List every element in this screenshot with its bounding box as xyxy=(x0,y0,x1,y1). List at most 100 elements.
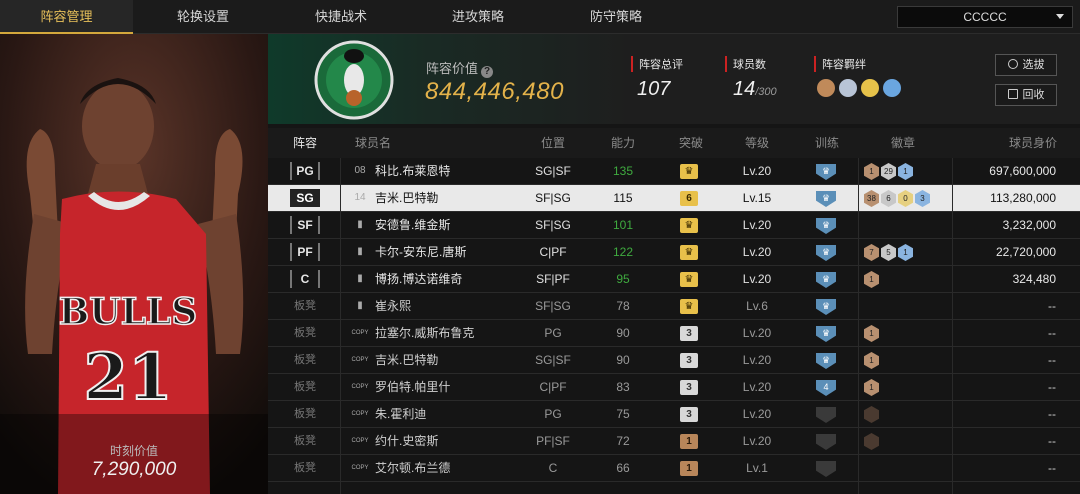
tab-lineup[interactable]: 阵容管理 xyxy=(0,0,133,34)
player-ability: 78 xyxy=(616,299,630,313)
table-row[interactable]: PF ▮ 卡尔-安东尼.唐斯 C|PF 122 ♛ Lv.20 ♛ 7 5 1 22,720,000 xyxy=(268,239,1080,266)
breakthrough-badge: 3 xyxy=(680,326,698,341)
player-ability: 135 xyxy=(612,164,634,178)
player-name: 卡尔-安东尼.唐斯 xyxy=(375,245,467,259)
col-level: 等级 xyxy=(744,136,769,150)
table-row[interactable]: 板凳 COPY 约什.史密斯 PF|SF 72 1 Lv.20 -- xyxy=(268,428,1080,455)
training-badge: ♛ xyxy=(816,326,836,342)
player-count-max: /300 xyxy=(755,86,777,98)
tab-quick-tactics[interactable]: 快捷战术 xyxy=(276,0,406,34)
tab-defense[interactable]: 防守策略 xyxy=(551,0,681,34)
table-row[interactable]: PG 08 科比.布莱恩特 SG|SF 135 ♛ Lv.20 ♛ 1 29 1 697,600,00… xyxy=(268,158,1080,185)
lineup-value-label: 阵容价值? xyxy=(426,58,494,78)
player-position: PG xyxy=(544,407,562,421)
player-ability: 115 xyxy=(613,191,633,205)
rating-value: 107 xyxy=(637,78,671,100)
table-row[interactable]: SG 14 吉米.巴特勒 SF|SG 115 6 Lv.15 ♛ 38 6 0 3 113,280,00… xyxy=(268,185,1080,212)
team-dropdown-value: CCCCC xyxy=(963,10,1007,24)
player-position: SG|SF xyxy=(535,164,571,178)
jersey-number: 08 xyxy=(354,165,366,176)
tab-offense[interactable]: 进攻策略 xyxy=(413,0,543,34)
table-row[interactable]: 板凳 ▮ 崔永熙 SF|SG 78 ♛ Lv.6 ♛ -- xyxy=(268,293,1080,320)
emblem-badge: 0 xyxy=(898,190,913,207)
recycle-button-label: 回收 xyxy=(1022,89,1045,101)
team-dropdown[interactable]: CCCCC xyxy=(897,6,1073,28)
column-divider xyxy=(858,158,859,494)
emblem-badge: 6 xyxy=(881,190,896,207)
emblem-badge: 1 xyxy=(864,352,879,369)
column-divider xyxy=(952,158,953,494)
table-row[interactable]: 板凳 COPY 拉塞尔.威斯布鲁克 PG 90 3 Lv.20 ♛ 1 -- xyxy=(268,320,1080,347)
emblem-badge xyxy=(864,406,879,423)
slot-label: 板凳 xyxy=(294,354,316,366)
player-name: 艾尔顿.布兰德 xyxy=(375,461,451,475)
signal-icon: ▮ xyxy=(357,219,363,230)
lineup-summary: 阵容价值? 844,446,480 阵容总评 107 球员数 14/300 阵容… xyxy=(268,34,1080,124)
table-row[interactable]: 板凳 COPY 朱.霍利迪 PG 75 3 Lv.20 -- xyxy=(268,401,1080,428)
breakthrough-badge: 1 xyxy=(680,461,698,476)
player-position: C|PF xyxy=(539,380,567,394)
table-row[interactable]: 板凳 COPY 吉米.巴特勒 SG|SF 90 3 Lv.20 ♛ 1 -- xyxy=(268,347,1080,374)
select-button[interactable]: 选拔 xyxy=(995,54,1057,76)
table-row[interactable]: 板凳 COPY 罗伯特.帕里什 C|PF 83 3 Lv.20 4 1 -- xyxy=(268,374,1080,401)
player-position: C|PF xyxy=(539,245,567,259)
player-name: 约什.史密斯 xyxy=(375,434,439,448)
player-worth: 324,480 xyxy=(1012,272,1056,286)
team-logo xyxy=(314,40,394,120)
roster-table: 阵容 球员名 位置 能力 突破 等级 训练 徽章 球员身价 PG 08 科比.布莱恩… xyxy=(268,128,1080,494)
moment-value: 7,290,000 xyxy=(91,459,177,480)
bond-icon[interactable] xyxy=(839,79,857,97)
bond-icon[interactable] xyxy=(883,79,901,97)
player-position: SF|SG xyxy=(535,299,571,313)
player-level: Lv.20 xyxy=(742,434,772,448)
chevron-down-icon xyxy=(1056,14,1064,19)
table-row[interactable]: 板凳 COPY 艾尔顿.布兰德 C 66 1 Lv.1 -- xyxy=(268,455,1080,482)
table-header: 阵容 球员名 位置 能力 突破 等级 训练 徽章 球员身价 xyxy=(268,128,1080,158)
breakthrough-badge: ♛ xyxy=(680,218,698,233)
player-level: Lv.1 xyxy=(746,461,768,475)
training-badge: ♛ xyxy=(816,353,836,369)
signal-icon: ▮ xyxy=(357,300,363,311)
emblem-badge: 29 xyxy=(881,163,896,180)
emblem-badge: 3 xyxy=(915,190,930,207)
player-position: SF|PF xyxy=(536,272,570,286)
help-icon[interactable]: ? xyxy=(481,66,494,78)
table-row[interactable]: SF ▮ 安德鲁.维金斯 SF|SG 101 ♛ Lv.20 ♛ 3,232,000 xyxy=(268,212,1080,239)
player-count-value: 14 xyxy=(733,78,756,100)
player-worth: 113,280,000 xyxy=(990,191,1056,205)
recycle-icon xyxy=(1007,89,1018,99)
player-name: 朱.霍利迪 xyxy=(375,407,427,421)
player-name: 吉米.巴特勒 xyxy=(375,353,439,367)
player-position: SF|SG xyxy=(535,218,571,232)
breakthrough-badge: 3 xyxy=(680,380,698,395)
tab-rotation[interactable]: 轮换设置 xyxy=(138,0,268,34)
training-badge: ♛ xyxy=(816,191,836,207)
slot-label: 板凳 xyxy=(294,462,316,474)
bond-icon[interactable] xyxy=(817,79,835,97)
slot-label: 板凳 xyxy=(294,381,316,393)
player-level: Lv.20 xyxy=(742,245,772,259)
recycle-button[interactable]: 回收 xyxy=(995,84,1057,106)
player-level: Lv.20 xyxy=(742,380,772,394)
col-emblems: 徽章 xyxy=(890,136,915,150)
player-level: Lv.20 xyxy=(742,164,772,178)
player-level: Lv.20 xyxy=(742,326,772,340)
top-nav: 阵容管理 轮换设置 快捷战术 进攻策略 防守策略 CCCCC xyxy=(0,0,1080,34)
player-worth: -- xyxy=(1048,326,1056,340)
training-badge: 4 xyxy=(816,380,836,396)
select-button-label: 选拔 xyxy=(1022,59,1045,71)
rating-label: 阵容总评 xyxy=(631,56,683,72)
emblem-badge xyxy=(864,433,879,450)
training-badge: ♛ xyxy=(816,164,836,180)
emblem-badge: 1 xyxy=(898,163,913,180)
training-badge: ♛ xyxy=(816,299,836,315)
bond-icon[interactable] xyxy=(861,79,879,97)
slot-label: 板凳 xyxy=(294,300,316,312)
player-level: Lv.20 xyxy=(742,407,772,421)
player-level: Lv.6 xyxy=(746,299,768,313)
breakthrough-badge: 3 xyxy=(680,407,698,422)
table-row[interactable]: C ▮ 博扬.博达诺维奇 SF|PF 95 ♛ Lv.20 ♛ 1 324,480 xyxy=(268,266,1080,293)
bond-label: 阵容羁绊 xyxy=(814,56,866,72)
player-worth: -- xyxy=(1048,407,1056,421)
player-level: Lv.20 xyxy=(742,272,772,286)
